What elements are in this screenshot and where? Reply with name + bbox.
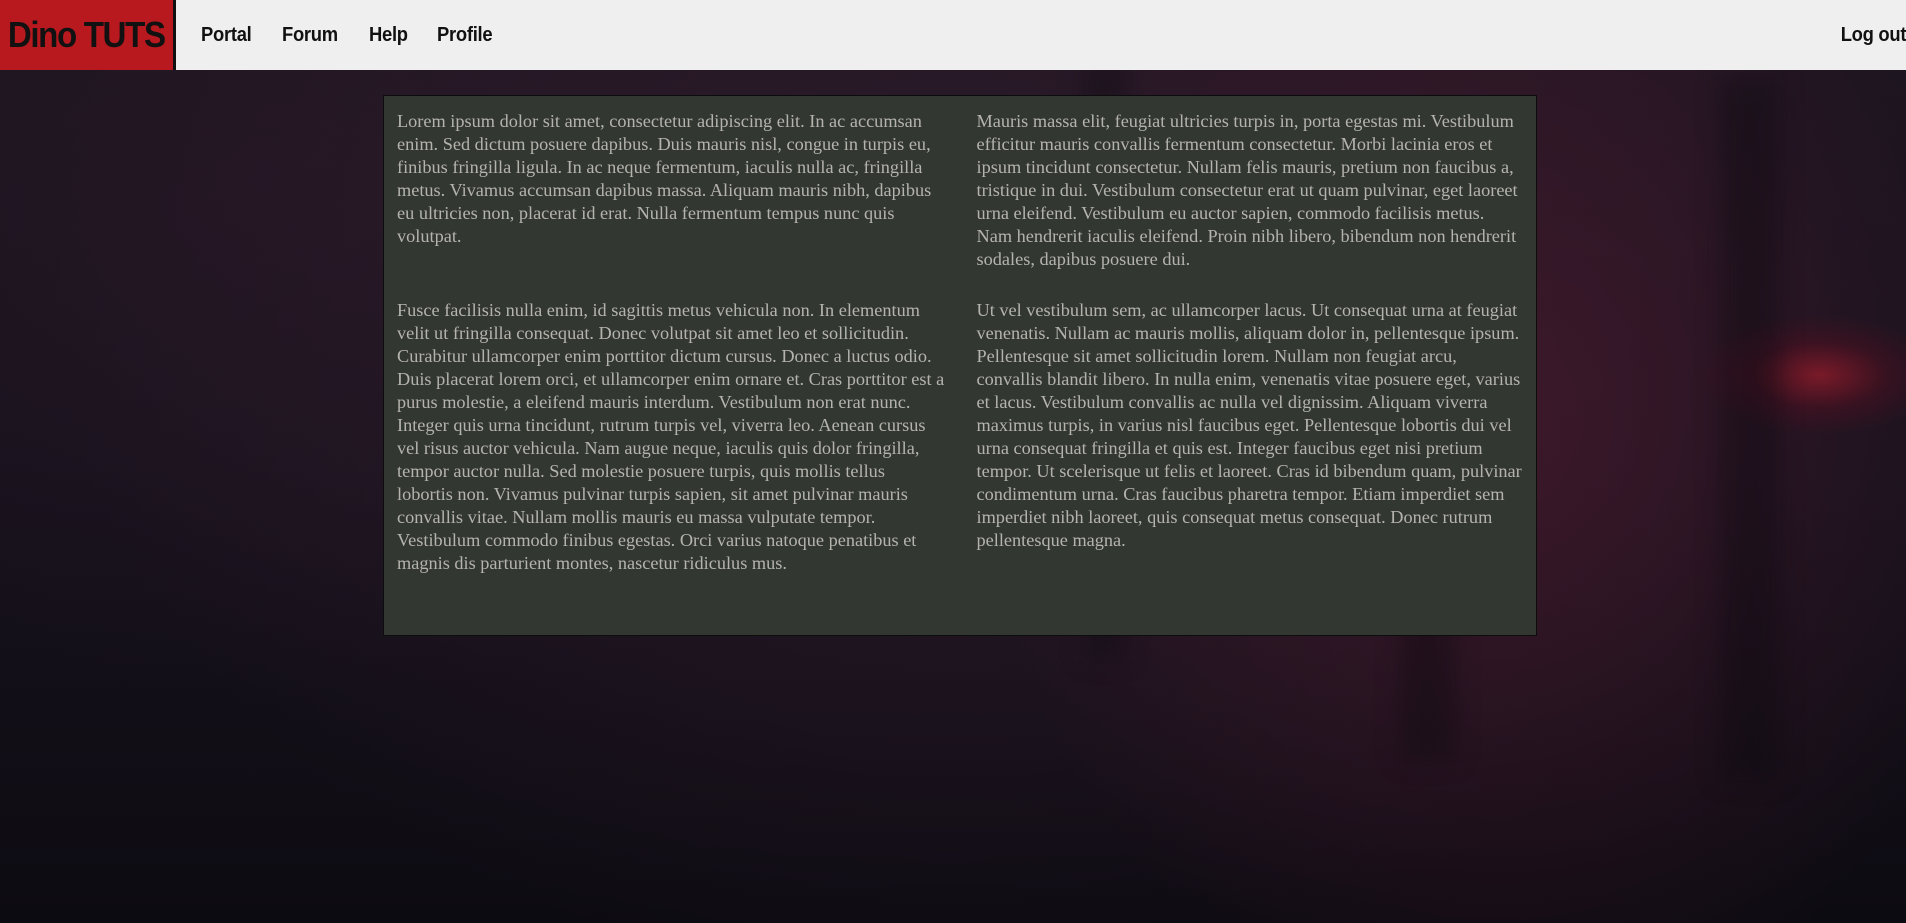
content-panel: Lorem ipsum dolor sit amet, consectetur …	[383, 95, 1537, 636]
nav-item-portal[interactable]: Portal	[201, 24, 252, 47]
paragraph-2: Mauris massa elit, feugiat ultricies tur…	[976, 111, 1518, 269]
nav-item-profile[interactable]: Profile	[437, 24, 493, 47]
nav-item-forum[interactable]: Forum	[282, 24, 338, 47]
nav-item-help[interactable]: Help	[369, 24, 408, 47]
site-logo[interactable]: Dino TUTS	[0, 0, 176, 70]
top-navigation-bar: Dino TUTS Portal Forum Help Profile Log …	[0, 0, 1906, 70]
paragraph-4: Ut vel vestibulum sem, ac ullamcorper la…	[976, 300, 1522, 550]
paragraph-3: Fusce facilisis nulla enim, id sagittis …	[397, 300, 945, 573]
paragraph-1: Lorem ipsum dolor sit amet, consectetur …	[397, 111, 932, 246]
background-streak	[1720, 80, 1780, 780]
site-logo-text: Dino TUTS	[8, 14, 166, 55]
main-nav: Portal Forum Help Profile	[176, 0, 510, 70]
logout-link[interactable]: Log out	[1840, 0, 1906, 70]
